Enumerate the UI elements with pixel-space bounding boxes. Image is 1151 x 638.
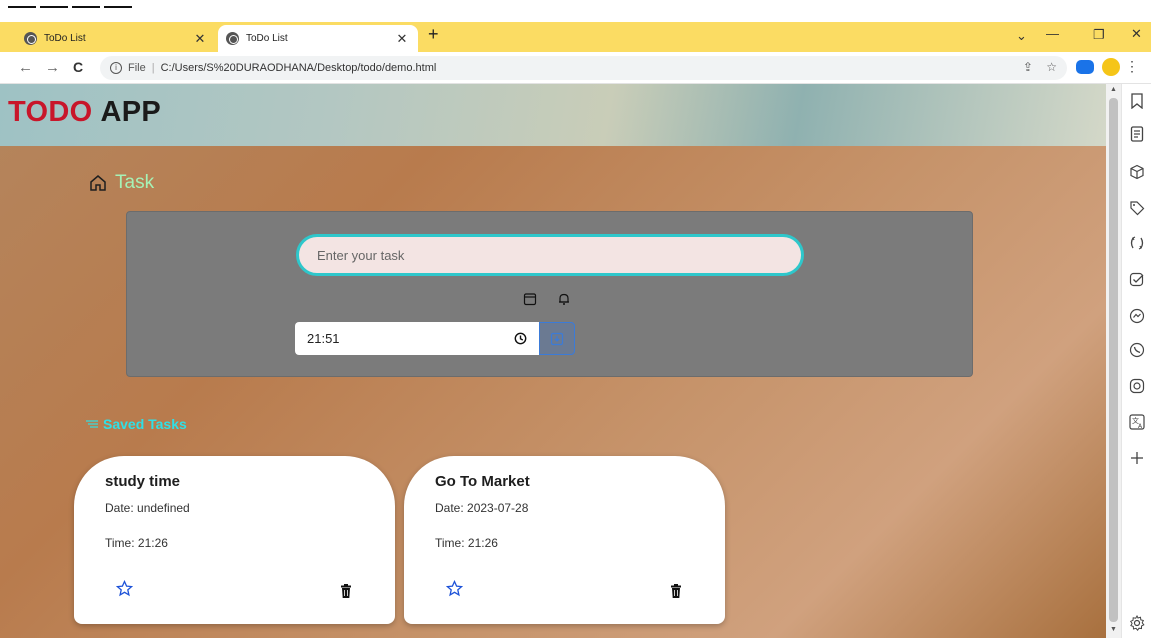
- page-viewport: TODOAPP Task 21:51 Saved Tasks study tim…: [0, 84, 1106, 638]
- task-form-panel: 21:51: [126, 211, 973, 377]
- messenger-icon[interactable]: [1128, 307, 1146, 325]
- task-card-title: study time: [105, 473, 181, 490]
- task-heading-label: Task: [115, 172, 155, 193]
- extension-toggle-icon[interactable]: [1076, 60, 1094, 74]
- time-input[interactable]: 21:51: [295, 322, 539, 355]
- scroll-up-arrow[interactable]: ▲: [1110, 86, 1117, 93]
- app-logo: TODO APP: [8, 96, 161, 129]
- trash-icon[interactable]: [340, 584, 352, 598]
- tag-icon[interactable]: [1128, 199, 1146, 217]
- address-actions: ⇪ ☆: [1013, 60, 1057, 74]
- box-icon[interactable]: [1128, 163, 1146, 181]
- task-card-date: Date: undefined: [105, 501, 190, 515]
- globe-icon: [24, 32, 37, 45]
- browser-toolbar: ← → C i File | C:/Users/S%20DURAODHANA/D…: [0, 52, 1151, 84]
- address-url: C:/Users/S%20DURAODHANA/Desktop/todo/dem…: [160, 62, 437, 74]
- home-icon: [90, 175, 106, 191]
- profile-avatar-icon[interactable]: [1102, 58, 1120, 76]
- tab-strip: ToDo List ✕ ToDo List ✕ + ⌄ — ❐ ✕: [0, 22, 1151, 52]
- clock-icon[interactable]: [514, 332, 527, 345]
- bookmark-star-icon[interactable]: ☆: [1046, 60, 1057, 74]
- star-icon[interactable]: [116, 580, 133, 597]
- tasks-icon[interactable]: [1128, 271, 1146, 289]
- address-bar[interactable]: i File | C:/Users/S%20DURAODHANA/Desktop…: [100, 56, 1067, 80]
- calendar-icon[interactable]: [523, 292, 537, 306]
- browser-tab-1[interactable]: ToDo List ✕: [16, 25, 216, 52]
- save-icon: [550, 332, 564, 345]
- trash-icon[interactable]: [670, 584, 682, 598]
- browser-menu-icon[interactable]: ⋮: [1125, 58, 1139, 75]
- task-card: study time Date: undefined Time: 21:26: [74, 456, 395, 624]
- instagram-icon[interactable]: [1128, 377, 1146, 395]
- address-scheme: File: [128, 62, 146, 74]
- tab-title: ToDo List: [44, 33, 86, 44]
- plus-icon[interactable]: [1128, 449, 1146, 467]
- share-icon[interactable]: ⇪: [1023, 60, 1033, 74]
- task-card-date: Date: 2023-07-28: [435, 501, 529, 515]
- brand-text-todo: TODO: [8, 96, 93, 128]
- gear-icon[interactable]: [1128, 614, 1146, 632]
- address-separator: |: [151, 62, 155, 74]
- time-value: 21:51: [307, 331, 340, 346]
- task-card-title: Go To Market: [435, 473, 530, 490]
- add-task-button[interactable]: [539, 322, 575, 355]
- back-arrow-icon[interactable]: ←: [18, 59, 33, 76]
- task-card-time: Time: 21:26: [435, 536, 498, 550]
- bell-icon[interactable]: [557, 292, 571, 306]
- reload-icon[interactable]: C: [73, 59, 83, 75]
- translate-icon[interactable]: 文A: [1128, 413, 1146, 431]
- globe-icon: [226, 32, 239, 45]
- top-decoration: [0, 0, 1151, 22]
- browser-tab-2[interactable]: ToDo List ✕: [218, 25, 418, 52]
- task-input[interactable]: [296, 234, 804, 276]
- reading-list-icon[interactable]: [1128, 125, 1146, 143]
- page-scrollbar[interactable]: ▲ ▼: [1106, 84, 1121, 638]
- side-panel: 文A: [1121, 84, 1151, 638]
- close-tab-icon[interactable]: ✕: [394, 31, 410, 47]
- close-tab-icon[interactable]: ✕: [192, 31, 208, 47]
- info-icon[interactable]: i: [110, 62, 122, 74]
- brand-text-app: APP: [100, 96, 161, 128]
- minimize-button[interactable]: —: [1046, 26, 1059, 41]
- tab-search-icon[interactable]: ⌄: [1016, 28, 1027, 44]
- new-tab-button[interactable]: +: [428, 24, 439, 45]
- header-banner: TODO APP: [0, 84, 1106, 146]
- forward-arrow-icon[interactable]: →: [45, 59, 60, 76]
- tab-title: ToDo List: [246, 33, 288, 44]
- whatsapp-icon[interactable]: [1128, 341, 1146, 359]
- list-icon: [86, 420, 98, 428]
- task-card-time: Time: 21:26: [105, 536, 168, 550]
- sync-icon[interactable]: [1128, 234, 1146, 252]
- form-icons: [523, 292, 571, 306]
- bookmark-icon[interactable]: [1128, 92, 1146, 110]
- scroll-down-arrow[interactable]: ▼: [1110, 626, 1117, 633]
- task-card: Go To Market Date: 2023-07-28 Time: 21:2…: [404, 456, 725, 624]
- saved-tasks-label: Saved Tasks: [103, 416, 187, 432]
- saved-tasks-heading: Saved Tasks: [86, 416, 187, 432]
- close-window-button[interactable]: ✕: [1131, 26, 1142, 42]
- scroll-thumb[interactable]: [1109, 98, 1118, 622]
- star-icon[interactable]: [446, 580, 463, 597]
- task-heading: Task: [88, 172, 154, 194]
- restore-button[interactable]: ❐: [1093, 27, 1105, 43]
